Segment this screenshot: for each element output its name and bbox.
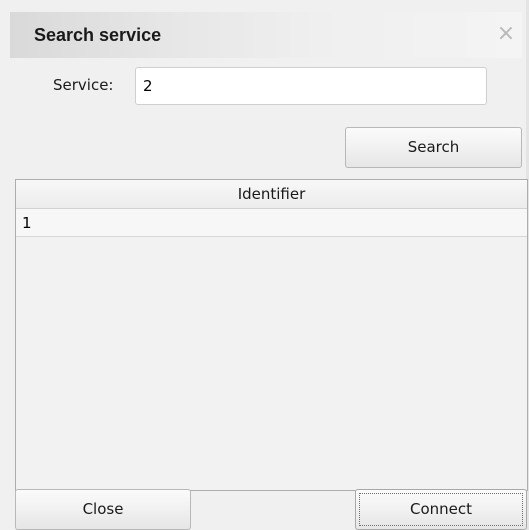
- connect-button[interactable]: Connect: [355, 489, 527, 530]
- column-header-identifier[interactable]: Identifier: [16, 180, 527, 209]
- close-button-label: Close: [82, 500, 124, 518]
- search-button-label: Search: [407, 138, 460, 156]
- search-service-dialog: Search service × Service: Search Identif…: [0, 0, 529, 530]
- service-input[interactable]: [135, 67, 487, 105]
- close-icon[interactable]: ×: [494, 22, 518, 46]
- close-button[interactable]: Close: [15, 489, 191, 530]
- table-row[interactable]: 1: [16, 209, 527, 237]
- results-table: Identifier 1: [15, 179, 528, 491]
- title-bar: Search service ×: [10, 12, 522, 58]
- connect-button-label: Connect: [409, 500, 473, 518]
- service-label: Service:: [53, 76, 114, 94]
- search-button[interactable]: Search: [345, 127, 522, 168]
- dialog-title: Search service: [34, 25, 162, 45]
- identifier-cell: 1: [22, 214, 32, 232]
